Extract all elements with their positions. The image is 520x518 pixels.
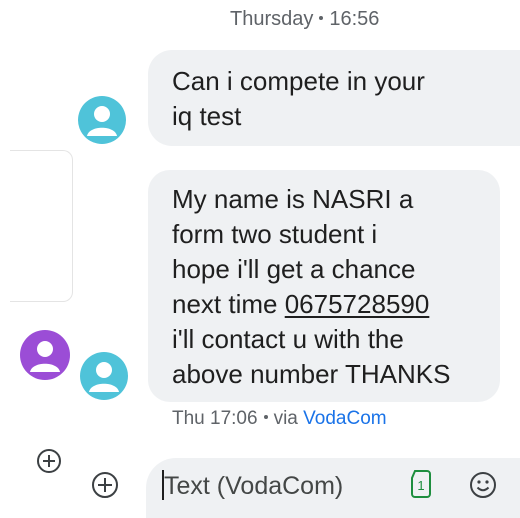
add-attachment-button[interactable] (90, 470, 120, 500)
message-text-prefix: next time (172, 289, 285, 319)
message-text-line: hope i'll get a chance (172, 254, 416, 284)
message-text-line: My name is NASRI a (172, 184, 414, 214)
message-text-line: above number THANKS (172, 359, 451, 389)
phone-number-link[interactable]: 0675728590 (285, 289, 430, 319)
date-header-time: 16:56 (329, 8, 380, 30)
sender-avatar[interactable] (78, 96, 126, 144)
person-icon (89, 362, 119, 392)
message-text-line: i'll contact u with the (172, 324, 404, 354)
message-meta: Thu 17:06 via VodaCom (172, 408, 387, 430)
plus-circle-icon (92, 472, 118, 498)
carrier-name: VodaCom (303, 408, 387, 429)
sim-card-icon[interactable]: 1 (410, 470, 432, 498)
date-header: Thursday 16:56 (230, 8, 379, 31)
message-text-line: form two student i (172, 219, 378, 249)
message-text-line: next time 0675728590 (172, 287, 480, 322)
separator-dot (319, 16, 324, 21)
sim-slot-number: 1 (417, 478, 424, 493)
emoji-button[interactable] (468, 470, 498, 500)
background-contact-avatar (20, 330, 70, 380)
separator-dot (263, 415, 268, 420)
smiley-icon (470, 472, 496, 498)
message-text-line: iq test (172, 101, 242, 131)
date-header-day: Thursday (230, 8, 314, 30)
message-text-line: Can i compete in your (172, 66, 425, 96)
message-input[interactable] (164, 468, 394, 504)
message-bubble[interactable]: Can i compete in your iq test (148, 50, 520, 146)
via-label: via (273, 408, 298, 429)
person-icon (30, 341, 60, 372)
background-add-icon (37, 449, 61, 473)
person-icon (87, 106, 117, 136)
message-bubble[interactable]: My name is NASRI a form two student i ho… (148, 170, 500, 402)
message-timestamp: Thu 17:06 (172, 408, 258, 429)
sender-avatar[interactable] (80, 352, 128, 400)
background-panel-edge (10, 150, 73, 302)
